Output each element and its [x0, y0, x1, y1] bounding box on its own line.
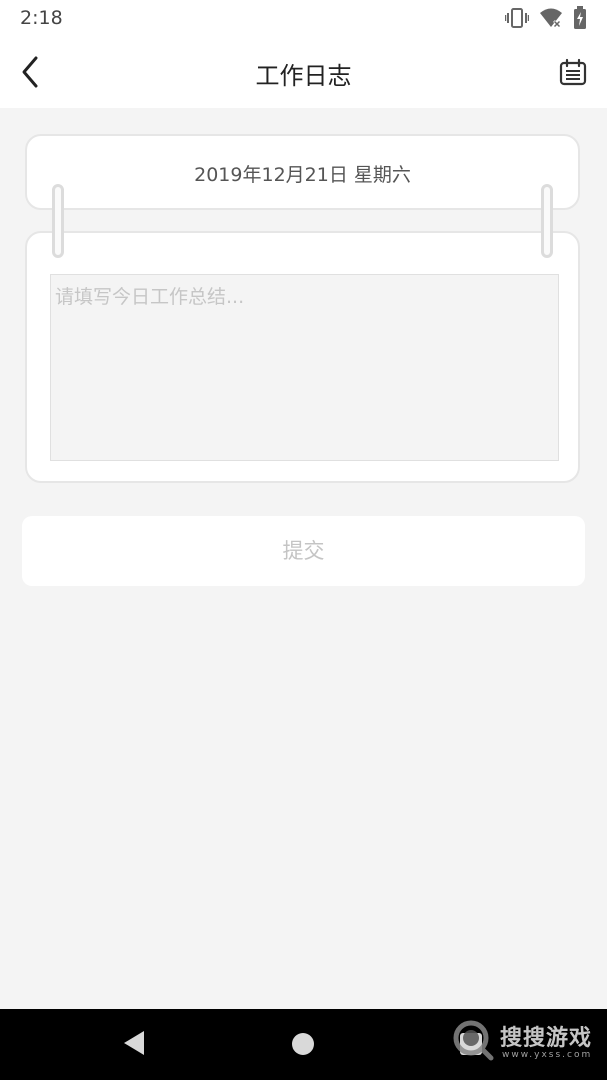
binder-ring-right [541, 184, 553, 258]
system-nav-bar [0, 1009, 607, 1080]
nav-recents-button[interactable] [460, 1033, 482, 1055]
status-time: 2:18 [20, 7, 63, 29]
page-title: 工作日志 [255, 62, 352, 90]
app-header: 工作日志 [0, 36, 607, 108]
vibrate-icon [505, 7, 529, 29]
battery-charging-icon [573, 6, 587, 30]
summary-card [25, 231, 580, 483]
date-label: 2019年12月21日 星期六 [194, 164, 411, 186]
nav-home-button[interactable] [292, 1033, 314, 1055]
status-bar: 2:18 [0, 0, 607, 36]
date-card: 2019年12月21日 星期六 [25, 134, 580, 210]
wifi-x-icon [539, 7, 563, 29]
nav-back-button[interactable] [122, 1030, 146, 1060]
triangle-back-icon [124, 1031, 144, 1055]
calendar-icon [559, 58, 587, 86]
submit-button[interactable]: 提交 [22, 516, 585, 586]
status-icons [505, 6, 587, 30]
work-summary-input[interactable] [50, 274, 559, 461]
calendar-button[interactable] [559, 58, 587, 86]
binder-ring-left [52, 184, 64, 258]
